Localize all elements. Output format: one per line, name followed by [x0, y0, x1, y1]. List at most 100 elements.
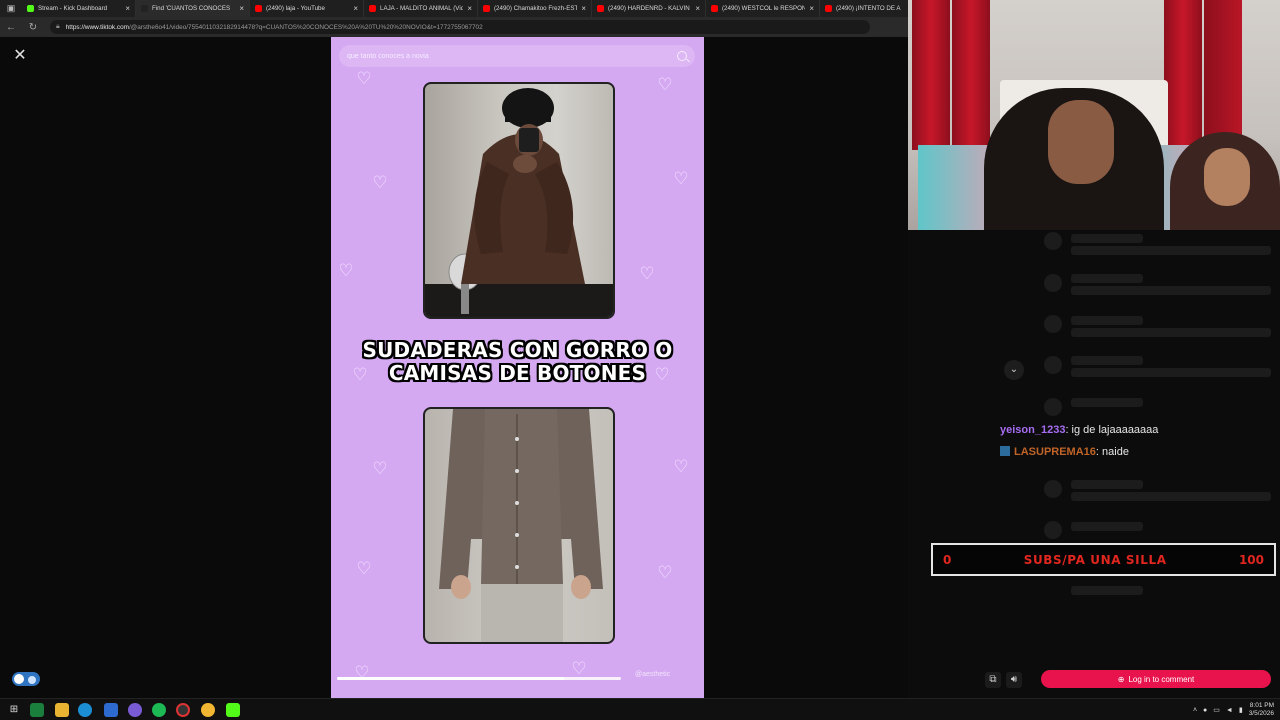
- webcam-curtain: [912, 0, 950, 150]
- tab-strip: Stream - Kick Dashboard × Find 'CUANTOS CO…: [22, 0, 908, 17]
- tab-close-icon[interactable]: ×: [809, 4, 814, 13]
- chat-text: : ig de lajaaaaaaaa: [1065, 424, 1159, 436]
- tab-favicon-icon: [597, 5, 604, 12]
- skeleton-line: [1071, 398, 1143, 407]
- streamer-face-2: [1204, 148, 1250, 206]
- clock[interactable]: 8:01 PM 3/5/2026: [1249, 702, 1274, 718]
- mic-icon[interactable]: ●: [1203, 707, 1207, 714]
- skeleton-avatar: [1044, 356, 1062, 374]
- tab-close-icon[interactable]: ×: [125, 4, 130, 13]
- tab-favicon-icon: [825, 5, 832, 12]
- network-icon[interactable]: ▭: [1213, 706, 1220, 714]
- browser-tab[interactable]: Find 'CUANTOS CONOCES ×: [136, 0, 250, 17]
- chrome-icon[interactable]: [201, 703, 215, 717]
- browser-tab[interactable]: (2490) WESTCOL le RESPONDE ×: [706, 0, 820, 17]
- obs-icon[interactable]: [176, 703, 190, 717]
- start-icon[interactable]: ⊞: [7, 703, 21, 717]
- tab-favicon-icon: [369, 5, 376, 12]
- skeleton-line: [1071, 286, 1271, 295]
- search-bar[interactable]: que tanto conoces a novia: [339, 45, 695, 67]
- heart-icon: ♡: [657, 75, 673, 94]
- toggle-indicator: [28, 676, 36, 684]
- browser-tab[interactable]: (2490) HARDENRD - KALVIN KL ×: [592, 0, 706, 17]
- skeleton-line: [1071, 586, 1143, 595]
- address-bar-row: ← ↻ 🔒︎ https://www.tiktok.com /@arsthe6o…: [0, 17, 908, 37]
- skeleton-avatar: [1044, 274, 1062, 292]
- chat-username[interactable]: yeison_1233: [1000, 424, 1065, 436]
- browser-tab[interactable]: (2490) laja - YouTube ×: [250, 0, 364, 17]
- tab-favicon-icon: [483, 5, 490, 12]
- tab-favicon-icon: [27, 5, 34, 12]
- chat-username[interactable]: LASUPREMA16: [1014, 446, 1096, 458]
- tab-close-icon[interactable]: ×: [239, 4, 244, 13]
- skeleton-line: [1071, 246, 1271, 255]
- webcam-curtain: [1164, 0, 1202, 150]
- clock-time: 8:01 PM: [1249, 702, 1274, 709]
- popout-icon[interactable]: ⧉: [985, 672, 1001, 688]
- skeleton-avatar: [1044, 398, 1062, 416]
- reload-icon[interactable]: ↻: [22, 17, 44, 37]
- browser-tab[interactable]: Stream - Kick Dashboard ×: [22, 0, 136, 17]
- back-arrow-icon[interactable]: ←: [0, 17, 22, 37]
- skeleton-avatar: [1044, 521, 1062, 539]
- skeleton-line: [1071, 234, 1143, 243]
- caption-line-1: SUDADERAS CON GORRO O: [362, 338, 673, 362]
- edge-browser-icon[interactable]: [78, 703, 92, 717]
- tab-title: LAJA - MALDITO ANIMAL (Vide: [380, 5, 464, 12]
- browser-tab[interactable]: (2490) ¡INTENTO DE A×: [820, 0, 908, 17]
- login-to-comment-button[interactable]: ⊕ Log in to comment: [1041, 670, 1271, 688]
- video-progress-bar[interactable]: [337, 677, 621, 680]
- goal-label: SUBS/PA UNA SILLA: [1023, 552, 1167, 567]
- tab-favicon-icon: [141, 5, 148, 12]
- url-host: https://www.tiktok.com: [65, 23, 129, 31]
- url-field[interactable]: 🔒︎ https://www.tiktok.com /@arsthe6o41/v…: [50, 20, 870, 34]
- tab-title: Find 'CUANTOS CONOCES: [152, 5, 231, 12]
- tab-favicon-icon: [255, 5, 262, 12]
- battery-icon[interactable]: ▮: [1239, 706, 1243, 714]
- close-icon[interactable]: ✕: [11, 47, 29, 65]
- windows-taskbar: ⊞ ˄ ● ▭ ◄ ▮ 8:01 PM 3/5/2026: [0, 698, 1280, 720]
- webcam-curtain: [1204, 0, 1242, 150]
- browser-tab[interactable]: (2490) Chamakitoo Frezh-ESTU ×: [478, 0, 592, 17]
- file-explorer-icon[interactable]: [55, 703, 69, 717]
- spotify-icon[interactable]: [152, 703, 166, 717]
- search-icon[interactable]: [677, 51, 687, 61]
- browser-tab[interactable]: LAJA - MALDITO ANIMAL (Vide ×: [364, 0, 478, 17]
- tab-title: Stream - Kick Dashboard: [38, 5, 108, 12]
- tab-title: (2490) ¡INTENTO DE A: [836, 5, 901, 12]
- video-caption: SUDADERAS CON GORRO O CAMISAS DE BOTONES: [351, 339, 684, 385]
- lock-icon: 🔒︎: [56, 23, 60, 30]
- shirt-illustration: [439, 409, 603, 642]
- tab-favicon-icon: [711, 5, 718, 12]
- speaker-icon[interactable]: ◄: [1226, 707, 1233, 714]
- app-icon[interactable]: [128, 703, 142, 717]
- tab-close-icon[interactable]: ×: [353, 4, 358, 13]
- subs-goal-bar: 0 SUBS/PA UNA SILLA 100: [931, 543, 1276, 576]
- heart-icon: ♡: [657, 563, 673, 582]
- system-tray: ˄ ● ▭ ◄ ▮ 8:01 PM 3/5/2026: [1193, 701, 1274, 719]
- volume-icon[interactable]: 🔊︎: [1006, 672, 1022, 688]
- kick-icon[interactable]: [226, 703, 240, 717]
- heart-icon: ♡: [372, 173, 388, 192]
- video-player[interactable]: ♡ ♡ ♡ ♡ ♡ ♡ ♡ ♡ ♡ ♡ ♡ ♡ ♡ ♡ que tanto co…: [331, 37, 704, 698]
- tab-close-icon[interactable]: ×: [695, 4, 700, 13]
- tab-title: (2490) HARDENRD - KALVIN KL: [608, 5, 692, 12]
- skeleton-line: [1071, 274, 1143, 283]
- terminal-app-icon[interactable]: [30, 703, 44, 717]
- skeleton-line: [1071, 328, 1271, 337]
- hoodie-illustration: [425, 88, 613, 317]
- tab-title: (2490) laja - YouTube: [266, 5, 325, 12]
- tab-close-icon[interactable]: ×: [467, 4, 472, 13]
- store-icon[interactable]: [104, 703, 118, 717]
- chevron-down-icon[interactable]: ⌄: [1004, 360, 1024, 380]
- tab-close-icon[interactable]: ×: [581, 4, 586, 13]
- chat-text: : naide: [1095, 446, 1129, 458]
- chevron-up-icon[interactable]: ˄: [1193, 707, 1197, 714]
- skeleton-avatar: [1044, 315, 1062, 333]
- window-menu-icon[interactable]: ▣: [0, 0, 22, 17]
- login-label: Log in to comment: [1128, 674, 1195, 684]
- skeleton-avatar: [1044, 232, 1062, 250]
- heart-icon: ♡: [673, 169, 689, 188]
- goal-start: 0: [943, 552, 952, 567]
- heart-icon: ♡: [338, 261, 354, 280]
